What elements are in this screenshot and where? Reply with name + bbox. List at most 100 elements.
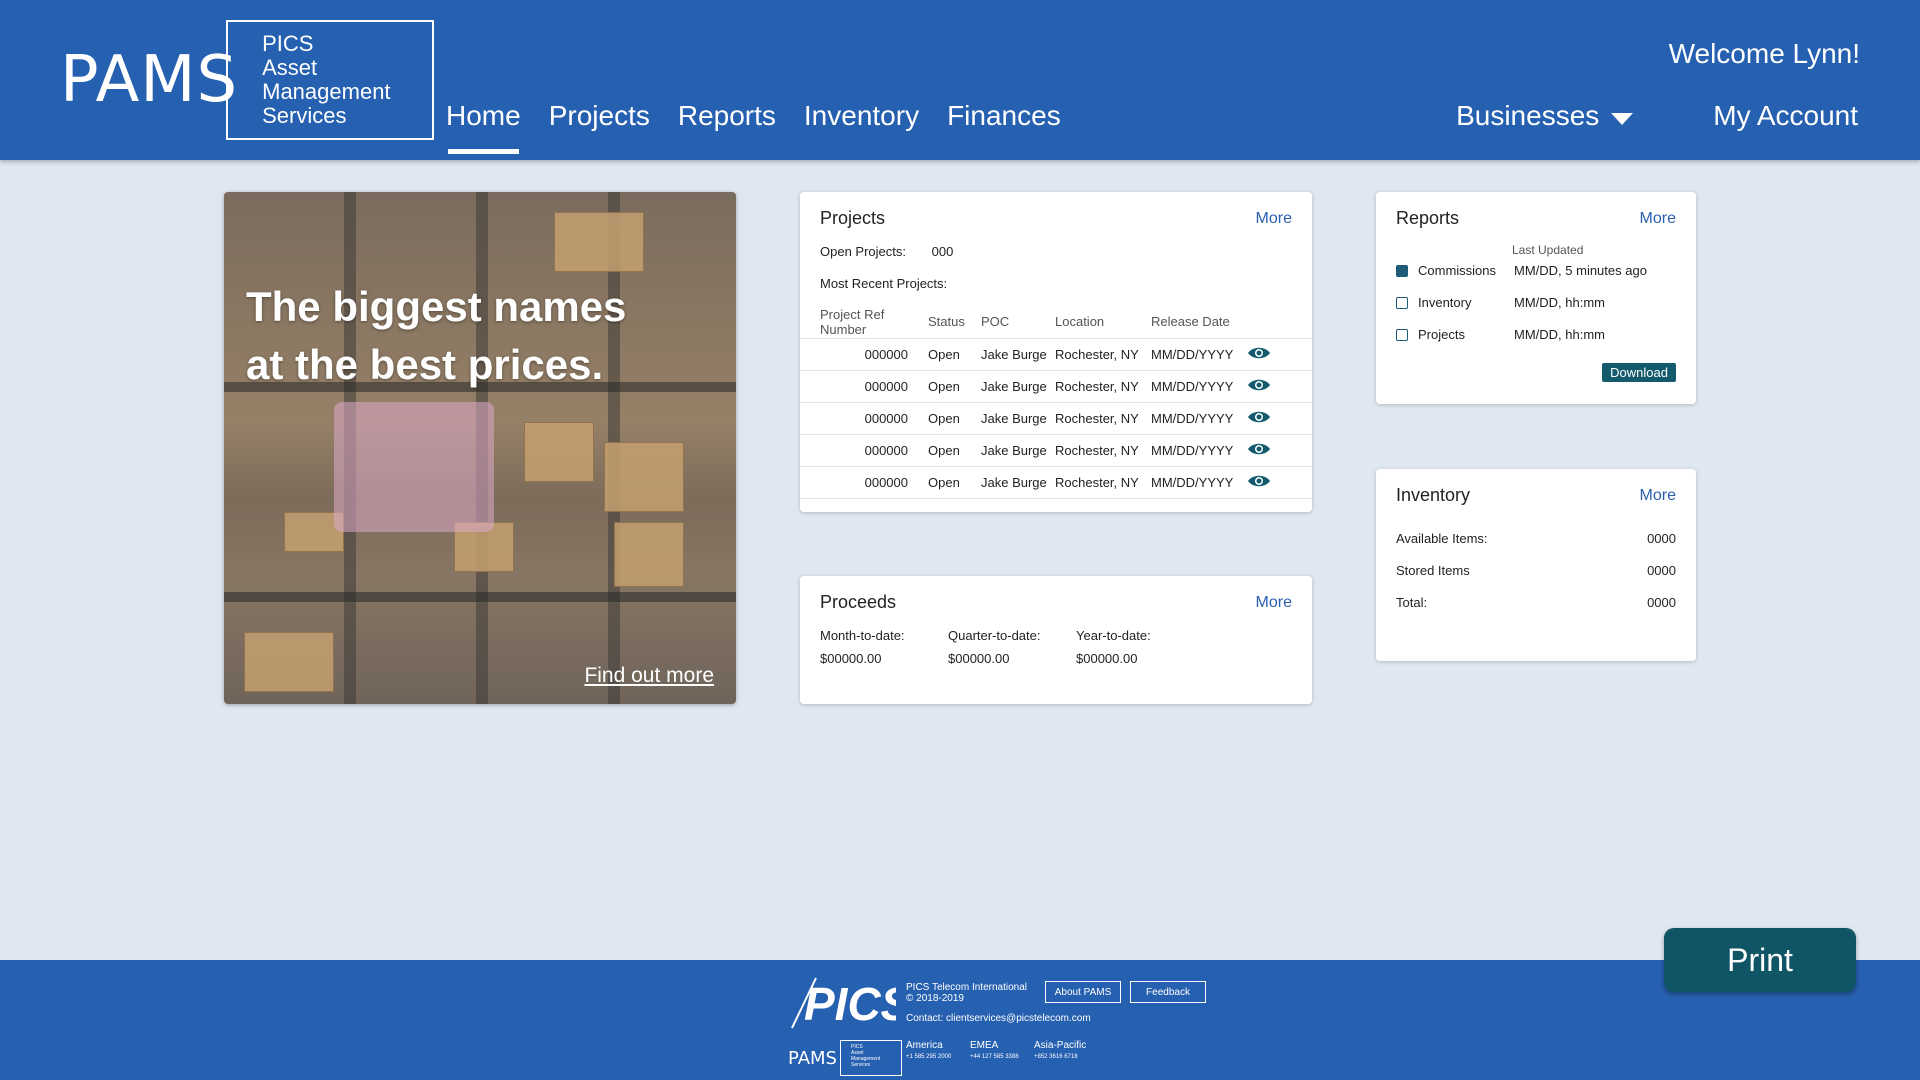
cell-release-date: MM/DD/YYYY <box>1151 401 1247 434</box>
cell-location: Rochester, NY <box>1055 369 1151 402</box>
company-info: PICS Telecom International © 2018-2019 <box>906 982 1027 1004</box>
table-row: 000000 Open Jake Burge Rochester, NY MM/DD/Y… <box>800 337 1312 370</box>
proceeds-card: Proceeds More Month-to-date: $00000.00 Q… <box>800 576 1312 704</box>
inventory-row-total: Total: 0000 <box>1396 595 1676 610</box>
eye-icon[interactable] <box>1247 474 1271 488</box>
inventory-label: Stored Items <box>1396 563 1470 578</box>
top-header: PAMS PICS Asset Management Services Home… <box>0 0 1920 160</box>
proceeds-more-link[interactable]: More <box>1256 594 1292 612</box>
cell-location: Rochester, NY <box>1055 337 1151 370</box>
cell-ref: 000000 <box>800 433 928 466</box>
projects-more-link[interactable]: More <box>1256 210 1292 228</box>
logo-box: PICS Asset Management Services <box>226 20 435 140</box>
last-updated-label: Last Updated <box>1512 243 1584 257</box>
table-row: 000000 Open Jake Burge Rochester, NY MM/DD/Y… <box>800 465 1312 499</box>
logo-line: Services <box>262 103 347 128</box>
cell-poc: Jake Burge <box>981 465 1055 499</box>
cell-release-date: MM/DD/YYYY <box>1151 465 1247 499</box>
pams-logo[interactable]: PAMS PICS Asset Management Services <box>60 20 435 140</box>
cell-ref: 000000 <box>800 337 928 370</box>
cell-release-date: MM/DD/YYYY <box>1151 369 1247 402</box>
projects-card: Projects More Open Projects: 000 Most Re… <box>800 192 1312 512</box>
pics-logo-text: PICS <box>804 978 896 1030</box>
report-name: Inventory <box>1418 295 1472 310</box>
cell-view <box>1247 369 1312 402</box>
region-phone: +1 585 295 2000 <box>906 1054 952 1060</box>
cell-ref: 000000 <box>800 401 928 434</box>
table-row: 000000 Open Jake Burge Rochester, NY MM/DD/Y… <box>800 401 1312 434</box>
nav-finances[interactable]: Finances <box>947 100 1061 154</box>
inventory-card: Inventory More Available Items: 0000 Sto… <box>1376 469 1696 661</box>
proceeds-value: $00000.00 <box>948 651 1010 666</box>
report-updated: MM/DD, 5 minutes ago <box>1514 263 1647 278</box>
footer-pams-line: Services <box>850 1062 871 1068</box>
hero-headline: The biggest names at the best prices. <box>246 278 626 394</box>
logo-line: PICS <box>262 31 314 56</box>
contact-email[interactable]: Contact: clientservices@picstelecom.com <box>906 1013 1091 1024</box>
print-button[interactable]: Print <box>1664 928 1856 992</box>
cell-view <box>1247 465 1312 499</box>
inventory-label: Total: <box>1396 595 1428 610</box>
region-name: America <box>906 1040 943 1051</box>
proceeds-title: Proceeds <box>820 592 897 612</box>
cell-view <box>1247 433 1312 466</box>
report-row-inventory: Inventory MM/DD, hh:mm <box>1396 295 1605 310</box>
account-nav: Businesses My Account <box>1456 100 1858 132</box>
proceeds-quarter: Quarter-to-date: $00000.00 <box>948 628 1076 666</box>
report-updated: MM/DD, hh:mm <box>1514 295 1605 310</box>
footer: PICS PICS Telecom International © 2018-2… <box>0 960 1920 1080</box>
checkbox-unchecked[interactable] <box>1396 328 1408 341</box>
box-graphic <box>604 442 684 512</box>
nav-inventory[interactable]: Inventory <box>804 100 919 154</box>
welcome-message: Welcome Lynn! <box>1668 38 1860 69</box>
footer-pams-box: PICS Asset Management Services <box>839 1040 902 1076</box>
businesses-dropdown[interactable]: Businesses <box>1456 100 1634 132</box>
col-release-date: Release Date <box>1151 314 1230 330</box>
cell-status: Open <box>928 369 981 402</box>
reports-card: Reports More Last Updated Commissions MM… <box>1376 192 1696 404</box>
nav-projects[interactable]: Projects <box>549 100 650 154</box>
nav-reports[interactable]: Reports <box>678 100 776 154</box>
cell-status: Open <box>928 337 981 370</box>
about-pams-button[interactable]: About PAMS <box>1045 981 1121 1003</box>
checkbox-checked[interactable] <box>1396 264 1408 277</box>
inventory-value: 0000 <box>1647 563 1676 578</box>
cell-poc: Jake Burge <box>981 401 1055 434</box>
table-row: 000000 Open Jake Burge Rochester, NY MM/DD/Y… <box>800 433 1312 466</box>
download-button[interactable]: Download <box>1602 363 1676 382</box>
open-projects-row: Open Projects: 000 <box>820 244 953 259</box>
my-account-link[interactable]: My Account <box>1713 100 1858 132</box>
eye-icon[interactable] <box>1247 378 1271 392</box>
eye-icon[interactable] <box>1247 346 1271 360</box>
inventory-value: 0000 <box>1647 595 1676 610</box>
cell-ref: 000000 <box>800 465 928 499</box>
eye-icon[interactable] <box>1247 442 1271 456</box>
pics-logo[interactable]: PICS <box>790 970 896 1032</box>
cell-poc: Jake Burge <box>981 433 1055 466</box>
company-name: PICS Telecom International <box>906 982 1027 993</box>
checkbox-unchecked[interactable] <box>1396 296 1408 309</box>
find-out-more-link[interactable]: Find out more <box>584 664 714 688</box>
logo-wordmark: PAMS <box>60 43 239 117</box>
feedback-button[interactable]: Feedback <box>1130 981 1206 1003</box>
proceeds-label: Month-to-date: <box>820 628 905 643</box>
box-graphic <box>614 522 684 587</box>
nav-home[interactable]: Home <box>446 100 521 154</box>
cell-status: Open <box>928 401 981 434</box>
logo-line: Management <box>262 79 391 104</box>
proceeds-year: Year-to-date: $00000.00 <box>1076 628 1204 666</box>
inventory-row-available: Available Items: 0000 <box>1396 531 1676 546</box>
region-name: Asia-Pacific <box>1034 1040 1087 1051</box>
main-nav: Home Projects Reports Inventory Finances <box>446 100 1061 154</box>
box-graphic <box>244 632 334 692</box>
open-projects-label: Open Projects: <box>820 244 906 259</box>
inventory-title: Inventory <box>1396 485 1471 505</box>
reports-more-link[interactable]: More <box>1640 210 1676 228</box>
open-projects-value: 000 <box>931 244 954 259</box>
copyright: © 2018-2019 <box>906 993 964 1004</box>
inventory-more-link[interactable]: More <box>1640 487 1676 505</box>
cell-status: Open <box>928 465 981 499</box>
cell-status: Open <box>928 433 981 466</box>
recent-projects-label: Most Recent Projects: <box>820 276 948 291</box>
eye-icon[interactable] <box>1247 410 1271 424</box>
